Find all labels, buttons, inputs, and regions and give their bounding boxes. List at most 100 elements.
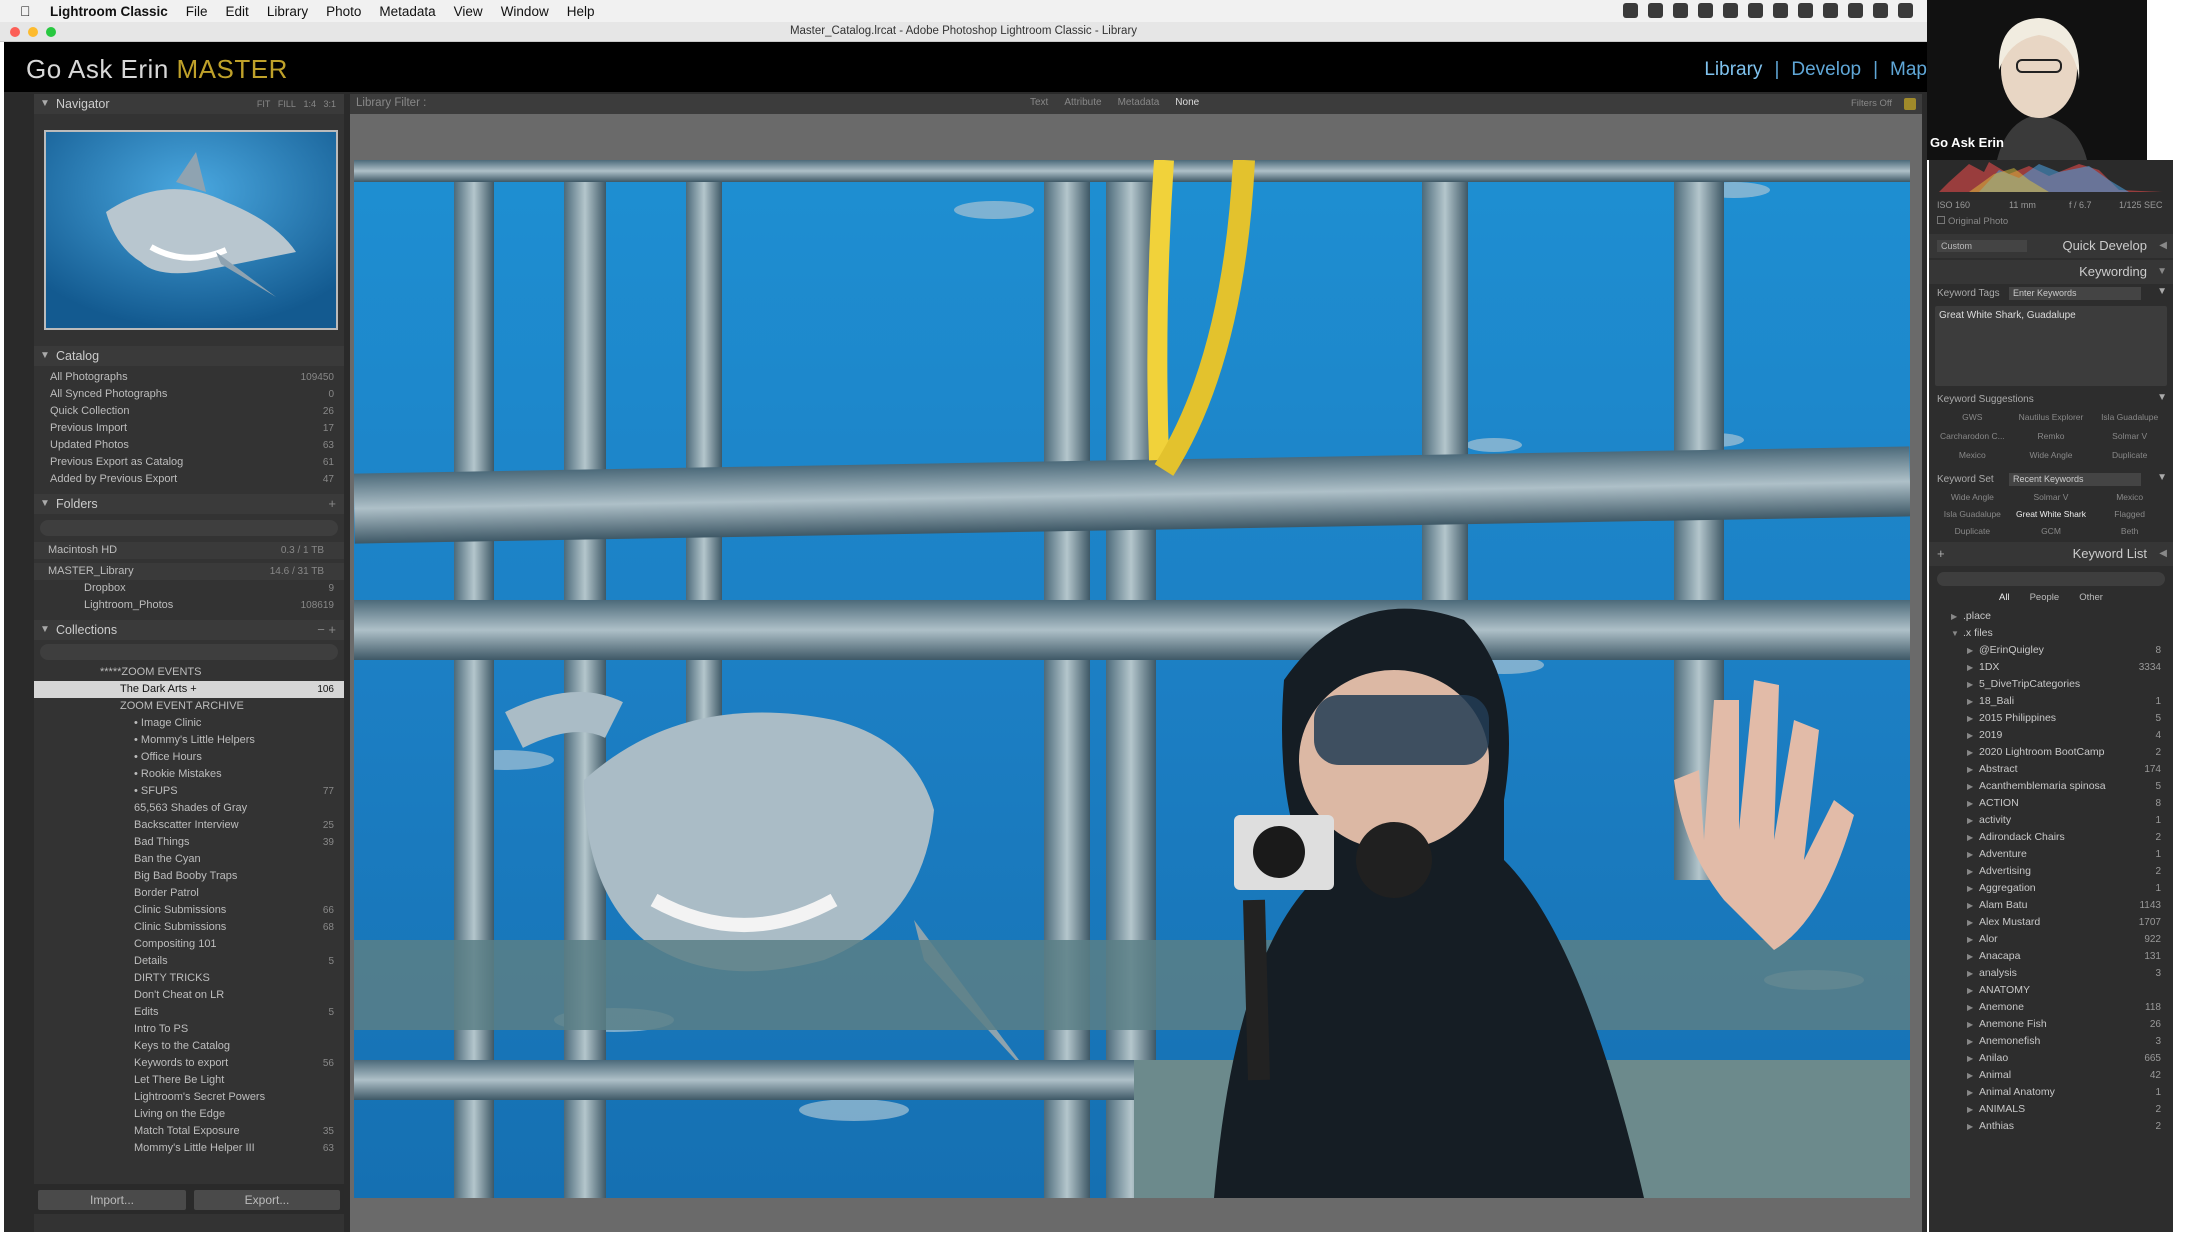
catalog-row[interactable]: Previous Import 17 <box>34 420 344 437</box>
collection-search-input[interactable] <box>40 644 338 660</box>
keyword-row[interactable]: ▶ ANATOMY <box>1929 982 2173 999</box>
folder-row[interactable]: Dropbox 9 <box>34 580 344 597</box>
preset-dropdown[interactable]: Custom <box>1937 240 2027 252</box>
menu-photo[interactable]: Photo <box>326 4 361 19</box>
expand-triangle-icon[interactable]: ▶ <box>1967 1050 1973 1067</box>
keyword-row[interactable]: ▶ 18_Bali 1 <box>1929 693 2173 710</box>
collection-row[interactable]: Let There Be Light <box>34 1072 344 1089</box>
expand-triangle-icon[interactable]: ▶ <box>1967 693 1973 710</box>
tray-icon[interactable] <box>1623 3 1638 18</box>
menu-edit[interactable]: Edit <box>226 4 249 19</box>
expand-triangle-icon[interactable]: ▶ <box>1967 880 1973 897</box>
lock-icon[interactable] <box>1904 98 1916 110</box>
collections-header[interactable]: ▼ Collections − + <box>34 620 344 640</box>
keyword-set-item[interactable]: Mexico <box>2090 492 2169 504</box>
keyword-row[interactable]: ▶ Alex Mustard 1707 <box>1929 914 2173 931</box>
keyword-root-row[interactable]: ▼ .x files <box>1929 625 2173 642</box>
add-collection-icon[interactable]: − + <box>317 620 336 640</box>
menu-help[interactable]: Help <box>567 4 595 19</box>
dropdown-arrow-icon[interactable]: ▼ <box>2157 286 2167 297</box>
module-library[interactable]: Library <box>1704 59 1762 81</box>
collection-row[interactable]: Clinic Submissions 66 <box>34 902 344 919</box>
collapse-triangle-icon[interactable]: ◀ <box>2159 542 2167 566</box>
keyword-row[interactable]: ▶ 1DX 3334 <box>1929 659 2173 676</box>
collection-row[interactable]: • Rookie Mistakes <box>34 766 344 783</box>
expand-triangle-icon[interactable]: ▶ <box>1967 948 1973 965</box>
keyword-suggestion[interactable]: Wide Angle <box>2012 450 2091 464</box>
collection-row[interactable]: Match Total Exposure 35 <box>34 1123 344 1140</box>
add-folder-icon[interactable]: + <box>328 494 336 514</box>
filter-text[interactable]: Text <box>1030 97 1048 108</box>
expand-triangle-icon[interactable]: ▶ <box>1967 676 1973 693</box>
filters-status[interactable]: Filters Off <box>1851 98 1892 109</box>
collapse-triangle-icon[interactable]: ▼ <box>40 620 50 640</box>
expand-triangle-icon[interactable]: ▶ <box>1967 999 1973 1016</box>
tray-icon[interactable] <box>1748 3 1763 18</box>
collection-row[interactable]: Mommy's Little Helper III 63 <box>34 1140 344 1157</box>
keyword-suggestion[interactable]: GWS <box>1933 412 2012 426</box>
expand-triangle-icon[interactable]: ▶ <box>1967 761 1973 778</box>
expand-triangle-icon[interactable]: ▶ <box>1967 744 1973 761</box>
expand-triangle-icon[interactable]: ▶ <box>1967 829 1973 846</box>
expand-triangle-icon[interactable]: ▶ <box>1967 965 1973 982</box>
volume-row[interactable]: MASTER_Library 14.6 / 31 TB <box>34 563 344 580</box>
keyword-suggestion[interactable]: Carcharodon C... <box>1933 431 2012 445</box>
collection-row[interactable]: Clinic Submissions 68 <box>34 919 344 936</box>
keyword-row[interactable]: ▶ 5_DiveTripCategories <box>1929 676 2173 693</box>
collection-row[interactable]: • Office Hours <box>34 749 344 766</box>
catalog-row[interactable]: Added by Previous Export 47 <box>34 471 344 488</box>
keyword-suggestion[interactable]: Duplicate <box>2090 450 2169 464</box>
menu-library[interactable]: Library <box>267 4 308 19</box>
filter-attribute[interactable]: Attribute <box>1064 97 1101 108</box>
zoom-1-4[interactable]: 1:4 <box>303 99 316 109</box>
collection-row[interactable]: Details 5 <box>34 953 344 970</box>
expand-triangle-icon[interactable]: ▶ <box>1967 982 1973 999</box>
keyword-set-item[interactable]: Great White Shark <box>2012 509 2091 521</box>
menu-metadata[interactable]: Metadata <box>379 4 435 19</box>
import-button[interactable]: Import... <box>38 1190 186 1210</box>
add-keyword-icon[interactable]: + <box>1937 542 1945 566</box>
keyword-set-item[interactable]: Flagged <box>2090 509 2169 521</box>
keyword-row[interactable]: ▶ Acanthemblemaria spinosa 5 <box>1929 778 2173 795</box>
keyword-row[interactable]: ▶ Aggregation 1 <box>1929 880 2173 897</box>
expand-triangle-icon[interactable]: ▶ <box>1967 897 1973 914</box>
collection-row[interactable]: Intro To PS <box>34 1021 344 1038</box>
filter-none[interactable]: None <box>1175 97 1199 108</box>
keyword-suggestion[interactable]: Solmar V <box>2090 431 2169 445</box>
keyword-row[interactable]: ▶ Anilao 665 <box>1929 1050 2173 1067</box>
keyword-row[interactable]: ▶ Animal 42 <box>1929 1067 2173 1084</box>
collection-row[interactable]: Bad Things 39 <box>34 834 344 851</box>
expand-triangle-icon[interactable]: ▶ <box>1967 659 1973 676</box>
keyword-suggestion[interactable]: Mexico <box>1933 450 2012 464</box>
keyword-set-dropdown[interactable]: Recent Keywords <box>2009 473 2141 486</box>
keyword-row[interactable]: ▶ analysis 3 <box>1929 965 2173 982</box>
checkbox-icon[interactable] <box>1937 216 1945 224</box>
keyword-tags-dropdown[interactable]: Enter Keywords <box>2009 287 2141 300</box>
keyword-list-header[interactable]: + Keyword List ◀ <box>1929 542 2173 566</box>
collection-row[interactable]: • SFUPS 77 <box>34 783 344 800</box>
quick-develop-header[interactable]: Custom Quick Develop ◀ <box>1929 234 2173 258</box>
collapse-triangle-icon[interactable]: ▼ <box>40 346 50 366</box>
collection-row[interactable]: Living on the Edge <box>34 1106 344 1123</box>
keyword-row[interactable]: ▶ Anemone Fish 26 <box>1929 1016 2173 1033</box>
keyword-row[interactable]: ▶ Alor 922 <box>1929 931 2173 948</box>
keyword-suggestion[interactable]: Isla Guadalupe <box>2090 412 2169 426</box>
collection-set-row[interactable]: *****ZOOM EVENTS <box>34 664 344 681</box>
tray-icon[interactable] <box>1673 3 1688 18</box>
keyword-row[interactable]: ▶ Anemonefish 3 <box>1929 1033 2173 1050</box>
dropdown-arrow-icon[interactable]: ▼ <box>2157 472 2167 483</box>
keyword-row[interactable]: ▶ Anemone 118 <box>1929 999 2173 1016</box>
keyword-row[interactable]: ▶ Alam Batu 1143 <box>1929 897 2173 914</box>
menu-view[interactable]: View <box>454 4 483 19</box>
tray-icon[interactable] <box>1873 3 1888 18</box>
catalog-row[interactable]: Previous Export as Catalog 61 <box>34 454 344 471</box>
collection-row[interactable]: Big Bad Booby Traps <box>34 868 344 885</box>
keyword-filter-input[interactable] <box>1937 572 2165 586</box>
apple-icon[interactable]:  <box>20 3 42 19</box>
collapse-triangle-icon[interactable]: ◀ <box>2159 234 2167 258</box>
expand-triangle-icon[interactable]: ▶ <box>1967 1084 1973 1101</box>
original-photo-toggle[interactable]: Original Photo <box>1929 214 2173 230</box>
keyword-set-item[interactable]: Duplicate <box>1933 526 2012 538</box>
keyword-root-row[interactable]: ▶ .place <box>1929 608 2173 625</box>
collapse-triangle-icon[interactable]: ▼ <box>40 494 50 514</box>
